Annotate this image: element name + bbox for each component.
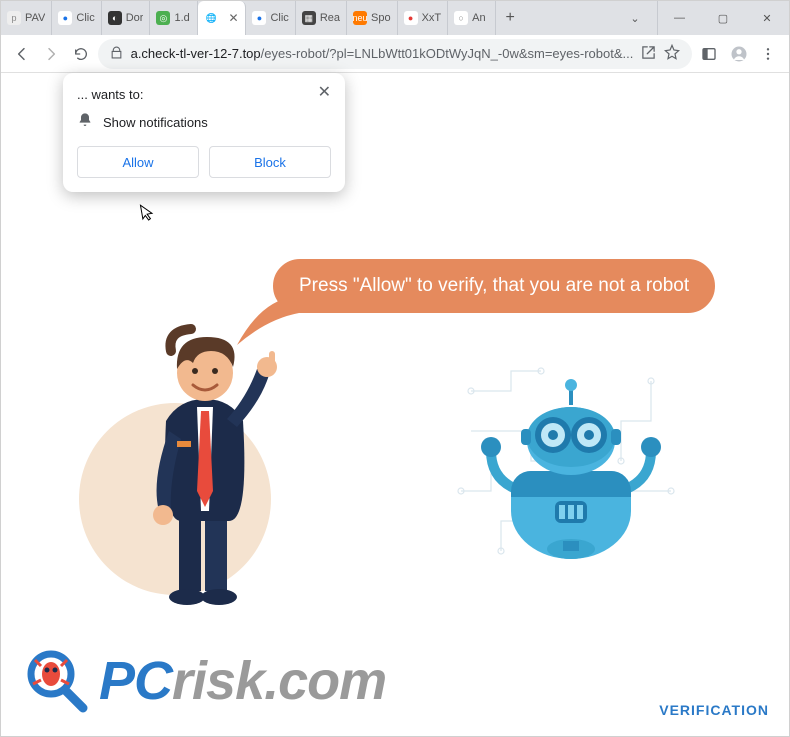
favicon: neu <box>353 11 367 25</box>
tab-title: 1.d <box>174 12 191 24</box>
browser-tab[interactable]: ● Clic <box>246 1 295 35</box>
notification-permission-prompt: ... wants to: ✕ Show notifications Allow… <box>63 73 345 192</box>
close-window-button[interactable]: ✕ <box>745 1 789 35</box>
favicon: ● <box>404 11 418 25</box>
browser-tab[interactable]: ▦ Rea <box>296 1 347 35</box>
favicon: ● <box>252 11 266 25</box>
browser-tab[interactable]: 🌐✕ <box>198 1 246 35</box>
url-text: a.check-tl-ver-12-7.top/eyes-robot/?pl=L… <box>131 46 634 61</box>
favicon: ○ <box>454 11 468 25</box>
permission-label: Show notifications <box>103 115 208 130</box>
tab-close-icon[interactable]: ✕ <box>227 11 239 25</box>
address-bar[interactable]: a.check-tl-ver-12-7.top/eyes-robot/?pl=L… <box>98 39 693 69</box>
window-titlebar: pPAV●Clic◐Dor◎1.d🌐✕●Clic▦ReaneuSpo●XxT○A… <box>1 1 789 35</box>
favicon: p <box>7 11 21 25</box>
browser-tab[interactable]: neu Spo <box>347 1 398 35</box>
close-icon[interactable]: ✕ <box>318 87 331 99</box>
pcrisk-logo: PCrisk.com <box>21 646 386 716</box>
favicon: ◎ <box>156 11 170 25</box>
speech-bubble: Press "Allow" to verify, that you are no… <box>273 259 715 313</box>
logo-text: PCrisk.com <box>99 650 386 712</box>
favicon: 🌐 <box>204 11 218 25</box>
tab-title: An <box>472 12 489 24</box>
lock-icon <box>110 46 123 62</box>
forward-button[interactable] <box>39 40 65 68</box>
browser-tab[interactable]: ◎ 1.d <box>150 1 198 35</box>
favicon: ◐ <box>108 11 122 25</box>
bell-icon <box>77 112 93 132</box>
profile-avatar-icon[interactable] <box>726 40 752 68</box>
kebab-menu-icon[interactable] <box>755 40 781 68</box>
magnifier-bug-icon <box>21 646 91 716</box>
bookmark-star-icon[interactable] <box>664 44 680 63</box>
browser-tab[interactable]: ◐ Dor <box>102 1 151 35</box>
minimize-button[interactable]: — <box>657 1 701 35</box>
tab-title: Spo <box>371 12 391 24</box>
browser-tab[interactable]: p PAV <box>1 1 52 35</box>
back-button[interactable] <box>9 40 35 68</box>
tabs-dropdown-button[interactable]: ⌄ <box>613 1 657 35</box>
robot-illustration <box>451 351 691 591</box>
permission-origin-text: ... wants to: <box>77 87 143 102</box>
tab-title: PAV <box>25 12 45 24</box>
block-button[interactable]: Block <box>209 146 331 178</box>
tab-title: Clic <box>76 12 94 24</box>
reload-button[interactable] <box>68 40 94 68</box>
tab-title: Rea <box>320 12 340 24</box>
window-controls: ⌄ — ▢ ✕ <box>613 1 789 35</box>
browser-toolbar: a.check-tl-ver-12-7.top/eyes-robot/?pl=L… <box>1 35 789 73</box>
favicon: ▦ <box>302 11 316 25</box>
tab-title: Dor <box>126 12 144 24</box>
verification-label: VERIFICATION <box>659 702 769 718</box>
tab-title: XxT <box>422 12 442 24</box>
share-icon[interactable] <box>641 45 656 63</box>
browser-tab[interactable]: ○ An <box>448 1 496 35</box>
browser-tab[interactable]: ● XxT <box>398 1 449 35</box>
allow-button[interactable]: Allow <box>77 146 199 178</box>
maximize-button[interactable]: ▢ <box>701 1 745 35</box>
side-panel-icon[interactable] <box>696 40 722 68</box>
browser-tab[interactable]: ● Clic <box>52 1 101 35</box>
new-tab-button[interactable]: + <box>496 1 524 35</box>
man-illustration <box>101 311 301 611</box>
tab-strip: pPAV●Clic◐Dor◎1.d🌐✕●Clic▦ReaneuSpo●XxT○A… <box>1 1 496 35</box>
favicon: ● <box>58 11 72 25</box>
page-footer: PCrisk.com VERIFICATION <box>1 626 789 736</box>
tab-title: Clic <box>270 12 288 24</box>
